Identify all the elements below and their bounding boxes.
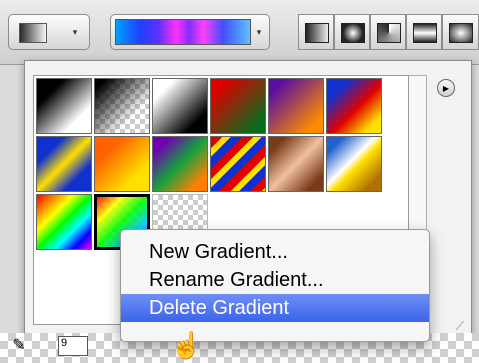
gradient-preset-red-green[interactable] bbox=[210, 78, 266, 134]
gradient-preset-white-black[interactable] bbox=[152, 78, 208, 134]
linear-gradient-icon bbox=[305, 23, 329, 43]
gradient-preset-stripes[interactable] bbox=[210, 136, 266, 192]
eyedropper-icon[interactable]: ✎ bbox=[6, 333, 32, 357]
diamond-gradient-icon bbox=[449, 23, 473, 43]
menu-item-delete-gradient[interactable]: Delete Gradient bbox=[121, 294, 429, 322]
resize-handle-icon[interactable]: ⟋ bbox=[453, 319, 467, 333]
gradient-preset-blue-yellow-blue[interactable] bbox=[36, 136, 92, 192]
gradient-preset-black-transparent[interactable] bbox=[94, 78, 150, 134]
diamond-gradient-button[interactable] bbox=[442, 14, 479, 50]
reflected-gradient-icon bbox=[413, 23, 437, 43]
gradient-swatch-icon bbox=[19, 23, 47, 43]
gradient-preset-violet-green-orange[interactable] bbox=[152, 136, 208, 192]
gradient-preset-black-white[interactable] bbox=[36, 78, 92, 134]
panel-menu-button[interactable]: ▶ bbox=[437, 79, 455, 97]
gradient-preset-violet-orange[interactable] bbox=[268, 78, 324, 134]
size-field[interactable]: 9 bbox=[58, 336, 88, 356]
menu-item-rename-gradient[interactable]: Rename Gradient... bbox=[121, 266, 429, 294]
gradient-preset-copper[interactable] bbox=[268, 136, 324, 192]
gradient-preset-spectrum[interactable] bbox=[36, 194, 92, 250]
reflected-gradient-button[interactable] bbox=[406, 14, 442, 50]
options-toolbar: ▾ ▾ bbox=[0, 0, 479, 65]
linear-gradient-button[interactable] bbox=[298, 14, 334, 50]
gradient-type-button[interactable]: ▾ bbox=[8, 14, 90, 50]
menu-item-new-gradient[interactable]: New Gradient... bbox=[121, 238, 429, 266]
radial-gradient-button[interactable] bbox=[334, 14, 370, 50]
gradient-preset-chrome[interactable] bbox=[326, 136, 382, 192]
gradient-picker-button[interactable]: ▾ bbox=[110, 14, 270, 50]
angle-gradient-icon bbox=[377, 23, 401, 43]
gradient-preset-blue-red-yellow[interactable] bbox=[326, 78, 382, 134]
chevron-down-icon: ▾ bbox=[72, 26, 78, 37]
chevron-down-icon: ▾ bbox=[256, 26, 262, 37]
angle-gradient-button[interactable] bbox=[370, 14, 406, 50]
radial-gradient-icon bbox=[341, 23, 365, 43]
gradient-preset-orange-yellow[interactable] bbox=[94, 136, 150, 192]
gradient-context-menu: New Gradient... Rename Gradient... Delet… bbox=[120, 229, 430, 342]
hand-cursor-icon: ☝ bbox=[170, 330, 203, 360]
current-gradient-preview bbox=[115, 19, 251, 45]
